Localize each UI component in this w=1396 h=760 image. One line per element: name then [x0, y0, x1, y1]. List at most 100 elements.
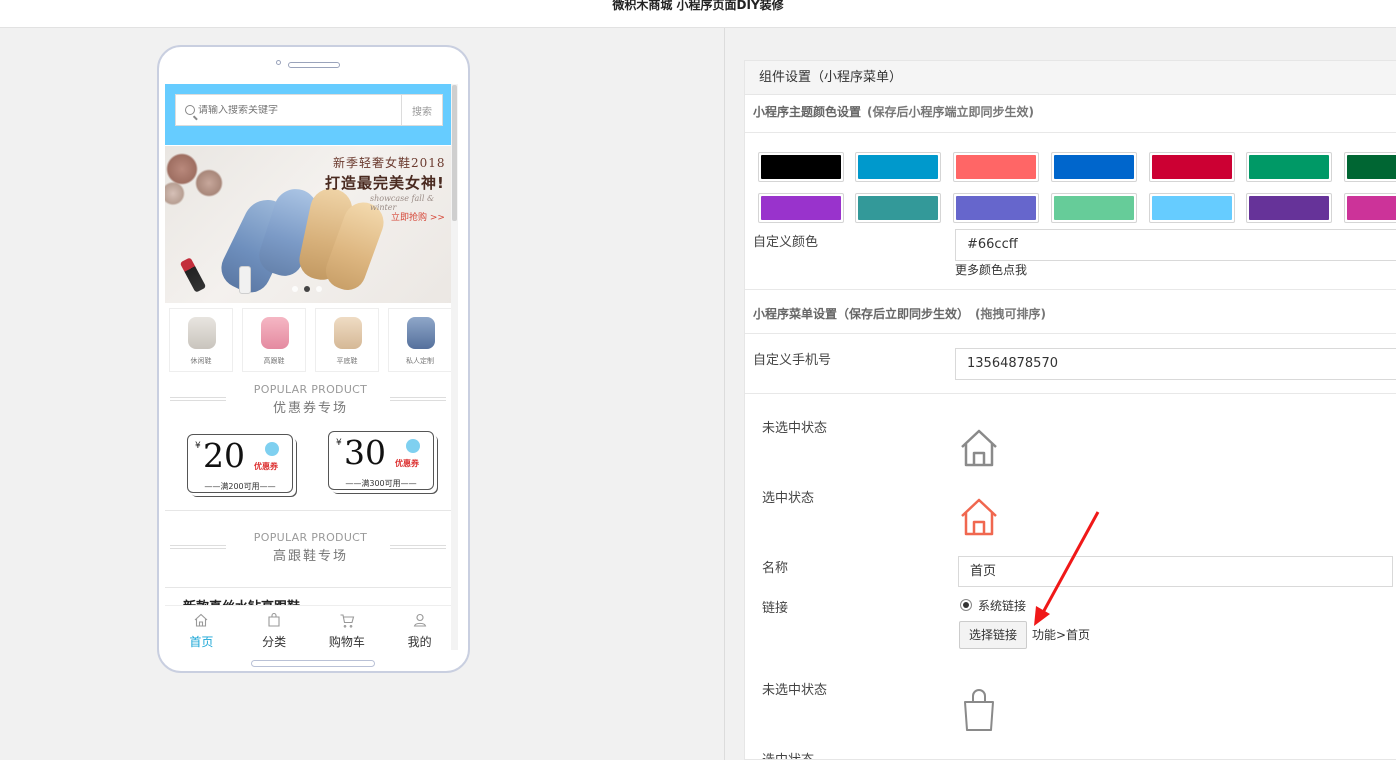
- swatch-fill: [1249, 196, 1329, 220]
- coupon-card[interactable]: ¥ 20 优惠券 ——满200可用——: [187, 434, 293, 493]
- divider: [745, 132, 1396, 133]
- swatch-fill: [1347, 155, 1396, 179]
- tab-home[interactable]: 首页: [165, 606, 238, 650]
- phone-screen: 搜索 新季轻奢女鞋2018 打造最完美女神! showcase fall & w…: [165, 84, 458, 650]
- coupon-tag: 优惠券: [395, 459, 419, 468]
- color-swatch[interactable]: [1051, 193, 1137, 223]
- settings-panel: 组件设置（小程序菜单） 小程序主题颜色设置 (保存后小程序端立即同步生效) 自定义…: [744, 60, 1396, 760]
- coupon-amount: 20: [203, 436, 245, 475]
- color-swatch[interactable]: [953, 152, 1039, 182]
- search-module[interactable]: 搜索: [165, 84, 456, 145]
- select-link-button[interactable]: 选择链接: [959, 621, 1028, 649]
- divider: [745, 393, 1396, 394]
- search-button[interactable]: 搜索: [401, 95, 442, 125]
- theme-section-title: 小程序主题颜色设置 (保存后小程序端立即同步生效): [753, 103, 1034, 120]
- swatch-fill: [1152, 155, 1232, 179]
- color-swatch[interactable]: [758, 193, 844, 223]
- category-shoe-image: [261, 317, 289, 349]
- color-swatch[interactable]: [1344, 152, 1396, 182]
- home-outline-red-icon[interactable]: [959, 497, 999, 537]
- module-divider: [165, 510, 456, 511]
- unselected-state-label: 未选中状态: [762, 683, 828, 698]
- color-swatch[interactable]: [1149, 193, 1235, 223]
- selected-state-label: 选中状态: [762, 749, 814, 759]
- bag-icon: [268, 612, 280, 627]
- link-value: 功能>首页: [1032, 628, 1091, 642]
- section-title-en: POPULAR PRODUCT: [253, 383, 368, 396]
- swatch-fill: [858, 155, 938, 179]
- color-swatch[interactable]: [1246, 152, 1332, 182]
- coupon-badge-icon: [406, 439, 420, 453]
- swatch-fill: [1054, 155, 1134, 179]
- coupon-card[interactable]: ¥ 30 优惠券 ——满300可用——: [328, 431, 434, 490]
- custom-color-label: 自定义颜色: [753, 235, 819, 250]
- category-label: 高跟鞋: [263, 357, 285, 365]
- color-swatch[interactable]: [855, 193, 941, 223]
- category-item[interactable]: 高跟鞋: [242, 308, 306, 372]
- tab-category[interactable]: 分类: [238, 606, 311, 650]
- coupon-rule: ——满200可用——: [204, 482, 276, 491]
- color-swatch[interactable]: [1149, 152, 1235, 182]
- search-icon: [185, 105, 195, 115]
- section-header-heels: POPULAR PRODUCT 高跟鞋专场: [165, 531, 456, 564]
- color-swatch[interactable]: [1246, 193, 1332, 223]
- category-item[interactable]: 平底鞋: [315, 308, 379, 372]
- color-swatch[interactable]: [1344, 193, 1396, 223]
- menu-name-input[interactable]: 首页: [958, 556, 1393, 587]
- custom-phone-input[interactable]: 13564878570: [955, 348, 1396, 380]
- preview-scrollbar[interactable]: [451, 84, 458, 650]
- theme-note: (保存后小程序端立即同步生效): [867, 105, 1034, 119]
- coupon-tag: 优惠券: [254, 462, 278, 471]
- system-link-radio[interactable]: [960, 599, 972, 611]
- banner-slider[interactable]: 新季轻奢女鞋2018 打造最完美女神! showcase fall & wint…: [165, 146, 456, 303]
- menu-note: (拖拽可排序): [975, 307, 1046, 321]
- category-item[interactable]: 休闲鞋: [169, 308, 233, 372]
- search-bar[interactable]: 搜索: [175, 94, 443, 126]
- search-input[interactable]: [195, 104, 401, 116]
- banner-cta[interactable]: 立即抢购 >>: [391, 210, 445, 223]
- theme-title: 小程序主题颜色设置: [753, 105, 862, 119]
- category-shoe-image: [334, 317, 362, 349]
- section-title-en: POPULAR PRODUCT: [253, 531, 368, 544]
- divider: [745, 333, 1396, 334]
- banner-slogan: 打造最完美女神!: [325, 174, 445, 192]
- section-divider: [390, 545, 446, 549]
- scrollbar-thumb[interactable]: [452, 85, 457, 221]
- color-swatch[interactable]: [1051, 152, 1137, 182]
- system-link-label: 系统链接: [978, 599, 1027, 613]
- category-item[interactable]: 私人定制: [388, 308, 452, 372]
- tab-mine[interactable]: 我的: [383, 606, 456, 650]
- divider: [745, 289, 1396, 290]
- home-outline-gray-icon[interactable]: [959, 428, 999, 468]
- tab-label: 首页: [189, 635, 214, 649]
- coupon-rule: ——满300可用——: [345, 479, 417, 488]
- color-swatch[interactable]: [758, 152, 844, 182]
- tab-cart[interactable]: 购物车: [311, 606, 384, 650]
- bag-outline-icon[interactable]: [961, 688, 997, 732]
- phone-speaker: [288, 62, 340, 68]
- tab-label: 购物车: [328, 635, 365, 649]
- swatch-fill: [1054, 196, 1134, 220]
- more-colors-link[interactable]: 更多颜色点我: [955, 261, 1027, 278]
- swatch-fill: [761, 155, 841, 179]
- tab-label: 我的: [407, 635, 432, 649]
- color-swatch[interactable]: [855, 152, 941, 182]
- swatch-fill: [1249, 155, 1329, 179]
- swatch-fill: [956, 196, 1036, 220]
- banner-dot[interactable]: [316, 286, 322, 292]
- swatch-fill: [1347, 196, 1396, 220]
- coupon-currency: ¥: [195, 441, 201, 451]
- color-swatch[interactable]: [953, 193, 1039, 223]
- top-bar: 微积木商城 小程序页面DIY装修: [0, 0, 1396, 28]
- unselected-state-label: 未选中状态: [762, 421, 828, 436]
- banner-dot[interactable]: [292, 286, 298, 292]
- swatch-fill: [1152, 196, 1232, 220]
- coupon-badge-icon: [265, 442, 279, 456]
- menu-link-label: 链接: [762, 601, 789, 616]
- selected-state-label: 选中状态: [762, 491, 815, 506]
- custom-color-input[interactable]: #66ccff: [955, 229, 1396, 261]
- banner-headline: 新季轻奢女鞋2018: [333, 156, 446, 170]
- banner-lipstick-image: [179, 257, 207, 293]
- banner-dot-active[interactable]: [304, 286, 310, 292]
- module-divider: [165, 587, 456, 588]
